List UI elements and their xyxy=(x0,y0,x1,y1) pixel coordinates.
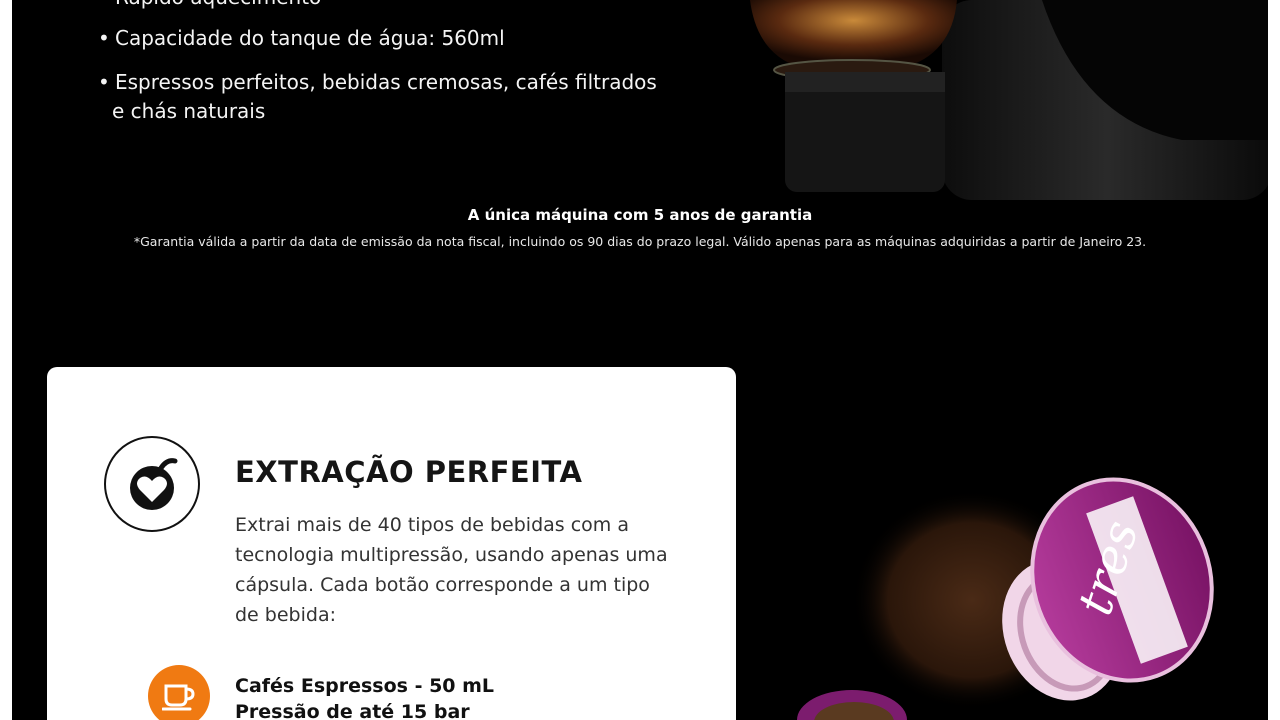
card-description: Extrai mais de 40 tipos de bebidas com a… xyxy=(235,514,668,626)
warranty-title: A única máquina com 5 anos de garantia xyxy=(467,206,813,224)
card-title: EXTRAÇÃO PERFEITA xyxy=(235,455,583,489)
warranty-note: *Garantia válida a partir da data de emi… xyxy=(133,234,1147,249)
feature-card: EXTRAÇÃO PERFEITA Extrai mais de 40 tipo… xyxy=(47,367,736,720)
feature-item: •Rápido aquecimento xyxy=(98,0,321,12)
beverage-spec: Cafés Espressos - 50 mL Pressão de até 1… xyxy=(235,675,495,720)
product-feature-section: •Rápido aquecimento •Capacidade do tanqu… xyxy=(12,0,1268,720)
feature-item: • Espressos perfeitos, bebidas cremosas, … xyxy=(98,70,657,123)
feature-item: • Capacidade do tanque de água: 560ml xyxy=(98,26,505,50)
coffee-machine-image xyxy=(750,0,1268,200)
capsule-image: tres xyxy=(797,477,1214,720)
coffee-cup-icon xyxy=(148,665,210,720)
coffee-heart-icon xyxy=(104,436,200,532)
